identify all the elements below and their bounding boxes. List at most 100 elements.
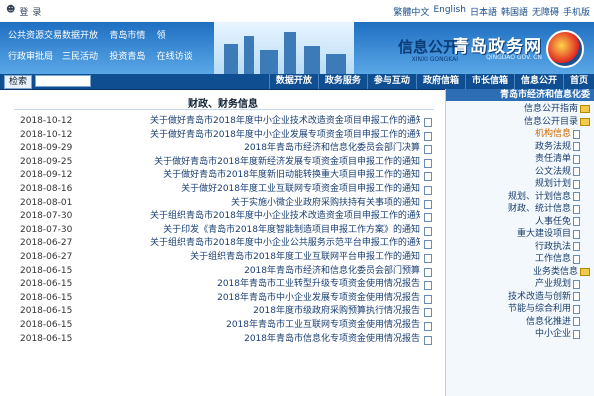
document-link[interactable]: 关于组织青岛市2018年度中小企业技术改造资金项目申报工作的通知 xyxy=(150,210,420,224)
document-date: 2018-06-15 xyxy=(20,333,73,344)
util-link-accessibility[interactable]: 无障碍 xyxy=(532,5,559,18)
sidebar-node[interactable]: 规划、计划信息 xyxy=(446,191,590,204)
document-link[interactable]: 2018年青岛市经济和信息化委员会部门预算 xyxy=(244,265,420,279)
document-icon xyxy=(573,154,580,164)
document-icon xyxy=(424,308,432,318)
section-slogan-sub: XINXI GONGKAI xyxy=(411,56,458,63)
sidebar-node[interactable]: 责任清单 xyxy=(446,153,590,166)
document-icon xyxy=(573,279,580,289)
quick-link[interactable]: 青岛市情 xyxy=(109,28,156,41)
util-link-english[interactable]: English xyxy=(433,5,466,18)
document-date: 2018-10-12 xyxy=(20,116,73,126)
sidebar-node[interactable]: 机构信息 xyxy=(446,128,590,141)
sidebar-node[interactable]: 规划计划 xyxy=(446,178,590,191)
document-link[interactable]: 关于做好青岛市2018年度中小企业发展专项资金项目申报工作的通知 xyxy=(150,129,420,143)
sidebar-node[interactable]: 信息公开指南 xyxy=(446,103,590,116)
quick-link[interactable]: 领 xyxy=(157,28,204,41)
document-icon xyxy=(424,199,432,209)
document-link[interactable]: 关于组织青岛市2018年度工业互联网平台申报工作的通知 xyxy=(190,251,420,265)
document-link[interactable]: 2018年度市级政府采购预算执行情况报告 xyxy=(253,305,420,319)
skyline-building xyxy=(304,46,320,74)
sidebar-node[interactable]: 公文法规 xyxy=(446,166,590,179)
document-link[interactable]: 关于印发《青岛市2018年度智能制造项目申报工作方案》的通知 xyxy=(163,224,420,238)
main-nav: 检索 首页 信息公开 市长信箱 政府信箱 参与互动 政务服务 数据开放 xyxy=(0,74,594,90)
login-link-2[interactable]: 录 xyxy=(32,5,41,18)
quick-link[interactable]: 在线访谈 xyxy=(157,49,204,62)
login-area: ☻ 登 录 xyxy=(6,5,41,18)
sidebar-node[interactable]: 行政执法 xyxy=(446,241,590,254)
document-icon xyxy=(424,294,432,304)
nav-item-gov-mailbox[interactable]: 政府信箱 xyxy=(415,74,465,89)
util-link-traditional[interactable]: 繁體中文 xyxy=(393,5,429,18)
sidebar-node[interactable]: 中小企业 xyxy=(446,328,590,341)
content-panel: 财政、财务信息 关于做好青岛市2018年度中小企业技术改造资金项目申报工作的通知… xyxy=(0,89,446,396)
document-link[interactable]: 2018年青岛市中小企业发展专项资金使用情况报告 xyxy=(217,292,420,306)
document-link[interactable]: 2018年青岛市信息化专项资金使用情况报告 xyxy=(244,333,420,347)
quick-link[interactable]: 三民活动 xyxy=(62,49,109,62)
sidebar-node[interactable]: 信息化推进 xyxy=(446,316,590,329)
document-icon xyxy=(424,321,432,331)
document-icon xyxy=(424,213,432,223)
quick-link[interactable]: 行政审批局 xyxy=(8,49,62,62)
document-row: 2018年青岛市经济和信息化委员会部门预算 2018-06-15 xyxy=(0,265,446,279)
sidebar-node-label: 技术改造与创新 xyxy=(507,291,571,302)
sidebar-node[interactable]: 财政、统计信息 xyxy=(446,203,590,216)
quick-link[interactable]: 公共资源交易 xyxy=(8,28,62,41)
site-logo[interactable] xyxy=(546,30,584,68)
content-title: 财政、财务信息 xyxy=(188,99,258,110)
document-date: 2018-06-15 xyxy=(20,265,73,276)
util-link-mobile[interactable]: 手机版 xyxy=(563,5,590,18)
sidebar-node[interactable]: 产业规划 xyxy=(446,278,590,291)
document-icon xyxy=(424,281,432,291)
title-divider xyxy=(14,109,434,110)
quick-link[interactable]: 投资青岛 xyxy=(109,49,156,62)
document-icon xyxy=(424,253,432,263)
nav-item-open-data[interactable]: 数据开放 xyxy=(268,74,318,89)
document-icon xyxy=(573,129,580,139)
document-link[interactable]: 2018年青岛市经济和信息化委员会部门决算 xyxy=(244,142,420,156)
document-date: 2018-09-25 xyxy=(20,156,73,167)
document-row: 关于做好青岛市2018年度中小企业技术改造资金项目申报工作的通知 2018-10-… xyxy=(0,115,446,129)
document-link[interactable]: 关于实施小微企业政府采购扶持有关事项的通知 xyxy=(231,197,420,211)
document-row: 关于组织青岛市2018年度中小企业技术改造资金项目申报工作的通知 2018-07-… xyxy=(0,210,446,224)
nav-item-home[interactable]: 首页 xyxy=(562,74,594,89)
util-link-japanese[interactable]: 日本語 xyxy=(470,5,497,18)
nav-item-info-open[interactable]: 信息公开 xyxy=(513,74,563,89)
sidebar-node[interactable]: 工作信息 xyxy=(446,253,590,266)
sidebar-node[interactable]: 节能与综合利用 xyxy=(446,303,590,316)
document-icon xyxy=(424,240,432,250)
nav-item-services[interactable]: 政务服务 xyxy=(317,74,367,89)
document-link[interactable]: 关于组织青岛市2018年度中小企业公共服务示范平台申报工作的通知 xyxy=(150,237,420,251)
sidebar-node-label: 行政执法 xyxy=(534,241,571,252)
document-link[interactable]: 关于做好青岛市2018年度新旧动能转换重大项目申报工作的通知 xyxy=(163,169,420,183)
document-link[interactable]: 2018年青岛市工业互联网专项资金使用情况报告 xyxy=(226,319,420,333)
document-icon xyxy=(424,158,432,168)
brand-subtitle: QINGDAO GOV. CN xyxy=(486,54,542,61)
language-links: 繁體中文 English 日本語 韩国語 无障碍 手机版 xyxy=(393,5,590,18)
nav-item-mayor-mailbox[interactable]: 市长信箱 xyxy=(464,74,514,89)
sidebar-node[interactable]: 人事任免 xyxy=(446,216,590,229)
login-link-1[interactable]: 登 xyxy=(19,5,28,18)
search-input[interactable] xyxy=(35,75,92,87)
search-button[interactable]: 检索 xyxy=(4,75,33,89)
document-link[interactable]: 2018年青岛市工业转型升级专项资金使用情况报告 xyxy=(217,278,420,292)
sidebar-node[interactable]: 重大建设项目 xyxy=(446,228,590,241)
document-link[interactable]: 关于做好青岛市2018年度中小企业技术改造资金项目申报工作的通知 xyxy=(150,115,420,129)
city-skyline-image xyxy=(214,22,354,74)
document-icon xyxy=(573,217,580,227)
skyline-building xyxy=(244,36,254,74)
sidebar-node[interactable]: 业务类信息 xyxy=(446,266,590,279)
document-row: 关于组织青岛市2018年度中小企业公共服务示范平台申报工作的通知 2018-06-… xyxy=(0,237,446,251)
banner-quick-links: 公共资源交易 数据开放 青岛市情 领 行政审批局 三民活动 投资青岛 在线访谈 xyxy=(8,28,204,62)
document-row: 关于印发《青岛市2018年度智能制造项目申报工作方案》的通知 2018-07-30 xyxy=(0,224,446,238)
nav-item-interaction[interactable]: 参与互动 xyxy=(366,74,416,89)
sidebar-node[interactable]: 信息公开目录 xyxy=(446,116,590,129)
document-row: 2018年青岛市经济和信息化委员会部门决算 2018-09-29 xyxy=(0,142,446,156)
document-date: 2018-06-15 xyxy=(20,292,73,303)
quick-link[interactable]: 数据开放 xyxy=(62,28,109,41)
document-link[interactable]: 关于做好青岛市2018年度新经济发展专项资金项目申报工作的通知 xyxy=(154,156,420,170)
util-link-korean[interactable]: 韩国語 xyxy=(501,5,528,18)
sidebar-node[interactable]: 政务法规 xyxy=(446,141,590,154)
document-link[interactable]: 关于做好2018年度工业互联网专项资金项目申报工作的通知 xyxy=(181,183,420,197)
sidebar-node[interactable]: 技术改造与创新 xyxy=(446,291,590,304)
